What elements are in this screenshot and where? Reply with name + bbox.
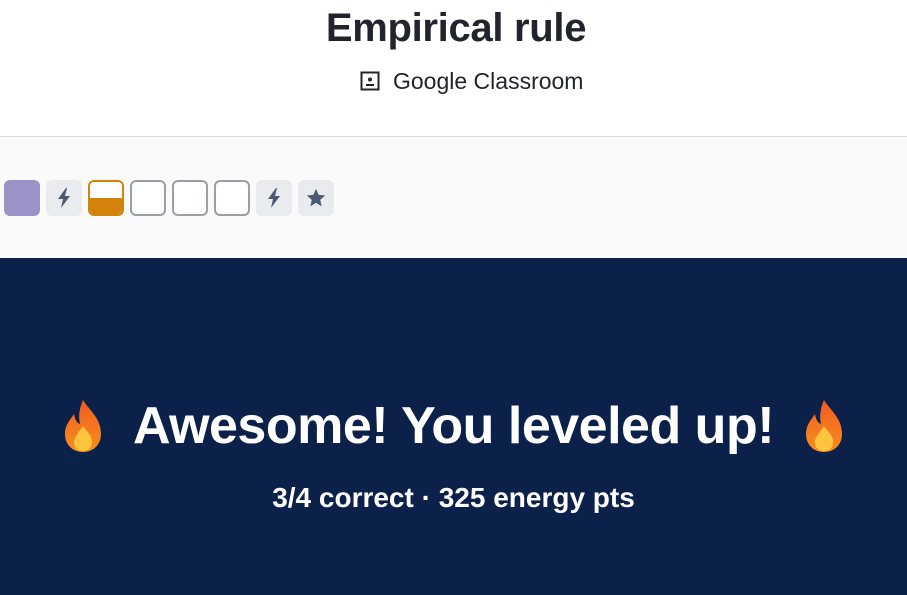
energy-tile [256,180,292,216]
google-classroom-label: Google Classroom [393,67,584,94]
fire-icon [64,400,101,452]
empty-tile [214,180,250,216]
fire-icon [806,400,843,452]
page-title: Empirical rule [325,6,587,50]
progress-strip [0,137,907,258]
empty-tile [130,180,166,216]
mastery-tile [298,180,334,216]
google-classroom-button[interactable]: Google Classroom [360,66,583,96]
progress-tiles [4,180,340,216]
completed-tile [4,180,40,216]
google-classroom-icon [360,71,380,91]
in-progress-tile [88,180,124,216]
empty-tile [172,180,208,216]
level-up-message: Awesome! You leveled up! [132,397,775,455]
level-up-row: Awesome! You leveled up! [0,396,907,456]
lightning-bolt-icon [268,188,280,208]
star-icon [306,188,326,207]
level-up-banner: Awesome! You leveled up! 3/4 correct · 3… [0,258,907,595]
exercise-header: Empirical rule Google Classroom [0,0,907,137]
score-summary: 3/4 correct · 325 energy pts [272,482,635,513]
progress-fill [90,198,122,214]
lightning-bolt-icon [58,188,70,208]
energy-tile [46,180,82,216]
